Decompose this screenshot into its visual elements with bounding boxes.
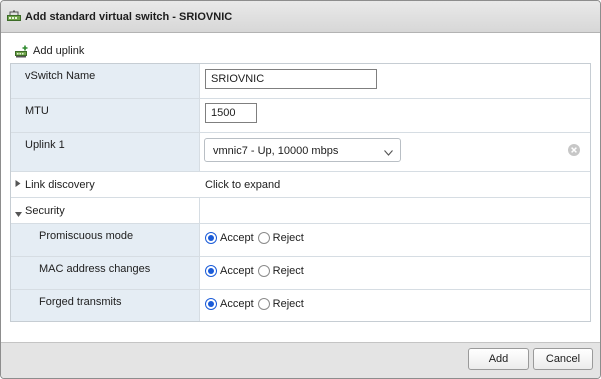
mac-address-changes-radio-group: Accept Reject	[205, 265, 308, 277]
dialog-title: Add standard virtual switch - SRIOVNIC	[25, 11, 233, 23]
promiscuous-mode-label-cell: Promiscuous mode	[11, 224, 200, 256]
vswitch-name-input[interactable]	[205, 69, 377, 89]
link-discovery-label-cell: Link discovery	[11, 172, 200, 197]
add-uplink-icon	[15, 45, 29, 58]
add-uplink-label: Add uplink	[33, 45, 85, 57]
vswitch-name-label-cell: vSwitch Name	[11, 64, 200, 98]
forged-reject-label[interactable]: Reject	[273, 298, 304, 310]
vswitch-name-row: vSwitch Name	[11, 64, 590, 99]
dialog-titlebar: Add standard virtual switch - SRIOVNIC	[1, 1, 600, 33]
forged-accept-radio[interactable]	[205, 298, 217, 310]
mac-address-changes-value-cell: Accept Reject	[200, 257, 590, 289]
promiscuous-mode-value-cell: Accept Reject	[200, 224, 590, 256]
forged-transmits-label: Forged transmits	[39, 296, 122, 308]
promiscuous-accept-label[interactable]: Accept	[220, 232, 254, 244]
mtu-row: MTU	[11, 99, 590, 133]
mtu-label-cell: MTU	[11, 99, 200, 132]
security-row[interactable]: Security	[11, 198, 590, 224]
vswitch-name-label: vSwitch Name	[25, 70, 96, 82]
forged-transmits-row: Forged transmits Accept Reject	[11, 290, 590, 321]
forged-accept-label[interactable]: Accept	[220, 298, 254, 310]
link-discovery-label: Link discovery	[25, 179, 95, 191]
link-discovery-value[interactable]: Click to expand	[205, 179, 280, 191]
add-uplink-button[interactable]: Add uplink	[15, 43, 84, 59]
expand-arrow-icon[interactable]	[15, 178, 21, 187]
promiscuous-accept-radio[interactable]	[205, 232, 217, 244]
promiscuous-reject-radio[interactable]	[257, 232, 270, 244]
mac-changes-accept-label[interactable]: Accept	[220, 265, 254, 277]
uplink1-label: Uplink 1	[25, 139, 65, 151]
mtu-label: MTU	[25, 105, 49, 117]
link-discovery-row[interactable]: Link discovery Click to expand	[11, 172, 590, 198]
clear-uplink-icon[interactable]	[568, 144, 580, 156]
uplink1-value-cell: vmnic7 - Up, 10000 mbps	[200, 133, 590, 171]
promiscuous-mode-radio-group: Accept Reject	[205, 232, 308, 244]
promiscuous-mode-row: Promiscuous mode Accept Reject	[11, 224, 590, 257]
uplink1-selected-value: vmnic7 - Up, 10000 mbps	[213, 145, 339, 157]
chevron-down-icon	[384, 147, 393, 156]
promiscuous-mode-label: Promiscuous mode	[39, 230, 134, 242]
vswitch-name-value-cell	[200, 64, 590, 98]
uplink1-label-cell: Uplink 1	[11, 133, 200, 171]
network-switch-icon	[7, 10, 21, 23]
mac-changes-reject-label[interactable]: Reject	[273, 265, 304, 277]
uplink1-row: Uplink 1 vmnic7 - Up, 10000 mbps	[11, 133, 590, 172]
mtu-input[interactable]	[205, 103, 257, 123]
link-discovery-value-cell: Click to expand	[200, 172, 590, 197]
forged-reject-radio[interactable]	[257, 298, 270, 310]
forged-transmits-radio-group: Accept Reject	[205, 298, 308, 310]
security-label-cell: Security	[11, 198, 200, 223]
dialog-footer: Add Cancel	[1, 342, 600, 378]
mtu-value-cell	[200, 99, 590, 132]
forged-transmits-value-cell: Accept Reject	[200, 290, 590, 321]
mac-changes-reject-radio[interactable]	[257, 265, 270, 277]
vswitch-form: vSwitch Name MTU Uplink 1 vmnic7 - Up, 1…	[10, 63, 591, 322]
add-button[interactable]: Add	[468, 348, 529, 370]
forged-transmits-label-cell: Forged transmits	[11, 290, 200, 321]
collapse-arrow-icon[interactable]	[15, 208, 22, 217]
uplink1-select[interactable]: vmnic7 - Up, 10000 mbps	[204, 138, 401, 162]
add-vswitch-dialog: Add standard virtual switch - SRIOVNIC A…	[0, 0, 601, 379]
mac-address-changes-label-cell: MAC address changes	[11, 257, 200, 289]
mac-address-changes-label: MAC address changes	[39, 263, 151, 275]
cancel-button[interactable]: Cancel	[533, 348, 593, 370]
mac-changes-accept-radio[interactable]	[205, 265, 217, 277]
security-label: Security	[25, 205, 65, 217]
mac-address-changes-row: MAC address changes Accept Reject	[11, 257, 590, 290]
security-value-cell	[200, 198, 590, 223]
promiscuous-reject-label[interactable]: Reject	[273, 232, 304, 244]
